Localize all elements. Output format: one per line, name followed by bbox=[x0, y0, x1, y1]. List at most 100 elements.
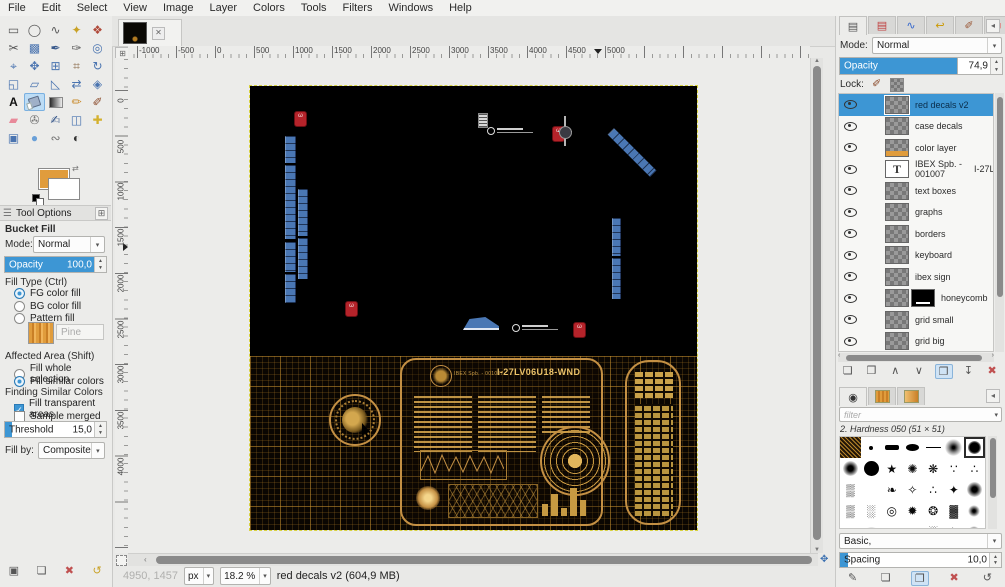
brush-item[interactable] bbox=[964, 521, 985, 529]
layer-row[interactable]: honeycomb bbox=[839, 288, 993, 310]
radio-fill-similar-colors[interactable]: Fill similar colors bbox=[14, 376, 104, 387]
brush-item[interactable]: ❧ bbox=[881, 479, 902, 500]
tool-crop[interactable]: ⌗ bbox=[66, 57, 87, 75]
tool-rectangle-select[interactable]: ▭ bbox=[3, 21, 24, 39]
tool-free-select[interactable]: ∿ bbox=[45, 21, 66, 39]
menu-select[interactable]: Select bbox=[69, 0, 116, 16]
brush-item[interactable] bbox=[964, 479, 985, 500]
tool-shear[interactable]: ▱ bbox=[24, 75, 45, 93]
brush-item[interactable]: ▓ bbox=[943, 500, 964, 521]
tool-blur-sharpen[interactable]: ● bbox=[24, 129, 45, 147]
brush-item[interactable]: ✺ bbox=[902, 458, 923, 479]
tool-cage-transform[interactable]: ◈ bbox=[87, 75, 108, 93]
brush-item[interactable]: ░ bbox=[861, 500, 882, 521]
layer-row[interactable]: borders bbox=[839, 223, 993, 245]
menu-windows[interactable]: Windows bbox=[380, 0, 441, 16]
visibility-eye-icon[interactable] bbox=[844, 229, 857, 238]
spinner-buttons[interactable]: ▲▼ bbox=[989, 553, 1001, 567]
dock-menu-button[interactable]: ◂ bbox=[986, 19, 1000, 33]
edit-brush-button[interactable]: ✎ bbox=[845, 571, 861, 586]
brush-item[interactable]: ∷ bbox=[902, 521, 923, 529]
tool-gradient[interactable] bbox=[45, 93, 66, 111]
brush-item[interactable]: ◎ bbox=[881, 500, 902, 521]
tool-smudge[interactable]: ∾ bbox=[45, 129, 66, 147]
layer-row[interactable]: case decals bbox=[839, 116, 993, 138]
tool-perspective[interactable]: ◺ bbox=[45, 75, 66, 93]
radio-bg-color-fill[interactable]: BG color fill bbox=[14, 301, 81, 312]
tool-move[interactable]: ✥ bbox=[24, 57, 45, 75]
image-tab[interactable]: ✕ bbox=[118, 19, 182, 46]
tool-foreground-select[interactable]: ▩ bbox=[24, 39, 45, 57]
lock-alpha-icon[interactable] bbox=[890, 78, 904, 92]
layer-row[interactable]: color layer bbox=[839, 137, 993, 159]
brush-scrollbar[interactable] bbox=[988, 436, 997, 529]
layer-row[interactable]: grid small bbox=[839, 309, 993, 331]
menu-help[interactable]: Help bbox=[441, 0, 480, 16]
close-icon[interactable]: ✕ bbox=[152, 27, 165, 40]
tool-pencil[interactable]: ✏ bbox=[66, 93, 87, 111]
visibility-eye-icon[interactable] bbox=[844, 165, 857, 174]
tool-zoom[interactable]: ◎ bbox=[87, 39, 108, 57]
spinner-buttons[interactable]: ▲▼ bbox=[94, 422, 106, 437]
tool-color-picker[interactable]: ✑ bbox=[66, 39, 87, 57]
delete-layer-button[interactable]: ✖ bbox=[984, 364, 1000, 379]
tool-measure[interactable]: ⌖ bbox=[3, 57, 24, 75]
brush-item[interactable]: ❋ bbox=[923, 458, 944, 479]
dock-menu-button[interactable]: ◂ bbox=[986, 389, 1000, 403]
brush-filter-input[interactable]: filter▾ bbox=[839, 407, 1002, 422]
save-options-button[interactable]: ▣ bbox=[6, 564, 22, 577]
layers-vertical-scrollbar[interactable] bbox=[995, 93, 1004, 352]
mode-select[interactable]: Normal▾ bbox=[33, 236, 105, 253]
brush-item[interactable]: ✦ bbox=[943, 479, 964, 500]
brush-item[interactable]: ∴ bbox=[964, 458, 985, 479]
visibility-eye-icon[interactable] bbox=[844, 143, 857, 152]
tool-alignment[interactable]: ⊞ bbox=[45, 57, 66, 75]
brush-item[interactable]: ≋ bbox=[881, 521, 902, 529]
tab-undo-history[interactable]: ↩ bbox=[926, 16, 954, 34]
tab-gradients[interactable] bbox=[897, 387, 925, 405]
menu-edit[interactable]: Edit bbox=[34, 0, 69, 16]
lower-layer-button[interactable]: ∨ bbox=[911, 364, 927, 379]
background-color-swatch[interactable] bbox=[48, 178, 80, 200]
brush-item[interactable] bbox=[861, 458, 882, 479]
layer-row[interactable]: red decals v2 bbox=[839, 94, 993, 116]
tool-scale[interactable]: ◱ bbox=[3, 75, 24, 93]
tool-scissors-select[interactable]: ✂ bbox=[3, 39, 24, 57]
brush-item[interactable] bbox=[840, 458, 861, 479]
brush-item[interactable]: ✹ bbox=[902, 500, 923, 521]
tab-paths[interactable]: ∿ bbox=[897, 16, 925, 34]
tool-paths[interactable]: ✒ bbox=[45, 39, 66, 57]
reset-options-button[interactable]: ↺ bbox=[89, 564, 105, 577]
brush-item[interactable] bbox=[861, 479, 882, 500]
visibility-eye-icon[interactable] bbox=[844, 122, 857, 131]
menu-layer[interactable]: Layer bbox=[202, 0, 246, 16]
tool-airbrush[interactable]: ✇ bbox=[24, 111, 45, 129]
tool-eraser[interactable]: ▰ bbox=[3, 111, 24, 129]
opacity-slider[interactable]: Opacity 100,0 ▲▼ bbox=[4, 256, 107, 273]
layer-row[interactable]: text boxes bbox=[839, 180, 993, 202]
layer-row[interactable]: grid big bbox=[839, 331, 993, 353]
brush-item[interactable]: ░ bbox=[923, 521, 944, 529]
checkbox-sample-merged[interactable]: Sample merged bbox=[14, 411, 101, 422]
brush-item[interactable]: ✈ bbox=[943, 521, 964, 529]
visibility-eye-icon[interactable] bbox=[844, 251, 857, 260]
canvas-viewport[interactable]: ω ω ω ω bbox=[128, 58, 810, 553]
tab-patterns[interactable] bbox=[868, 387, 896, 405]
brush-item[interactable] bbox=[902, 437, 923, 458]
brush-item[interactable]: ▒ bbox=[840, 500, 861, 521]
menu-file[interactable]: File bbox=[0, 0, 34, 16]
tab-layers[interactable]: ▤ bbox=[839, 16, 867, 35]
pan-view-icon[interactable]: ✥ bbox=[820, 554, 828, 565]
brush-item[interactable] bbox=[881, 437, 902, 458]
delete-brush-button[interactable]: ✖ bbox=[946, 571, 962, 586]
brush-item[interactable]: ★ bbox=[881, 458, 902, 479]
visibility-eye-icon[interactable] bbox=[844, 100, 857, 109]
brush-item[interactable]: ∴ bbox=[923, 479, 944, 500]
brush-item[interactable] bbox=[964, 437, 985, 458]
tool-flip[interactable]: ⇄ bbox=[66, 75, 87, 93]
tool-bucket-fill[interactable] bbox=[24, 93, 45, 111]
tool-rotate[interactable]: ↻ bbox=[87, 57, 108, 75]
menu-image[interactable]: Image bbox=[155, 0, 202, 16]
tool-options-menu-button[interactable]: ⊞ bbox=[95, 207, 108, 220]
fill-by-select[interactable]: Composite▾ bbox=[38, 442, 105, 459]
